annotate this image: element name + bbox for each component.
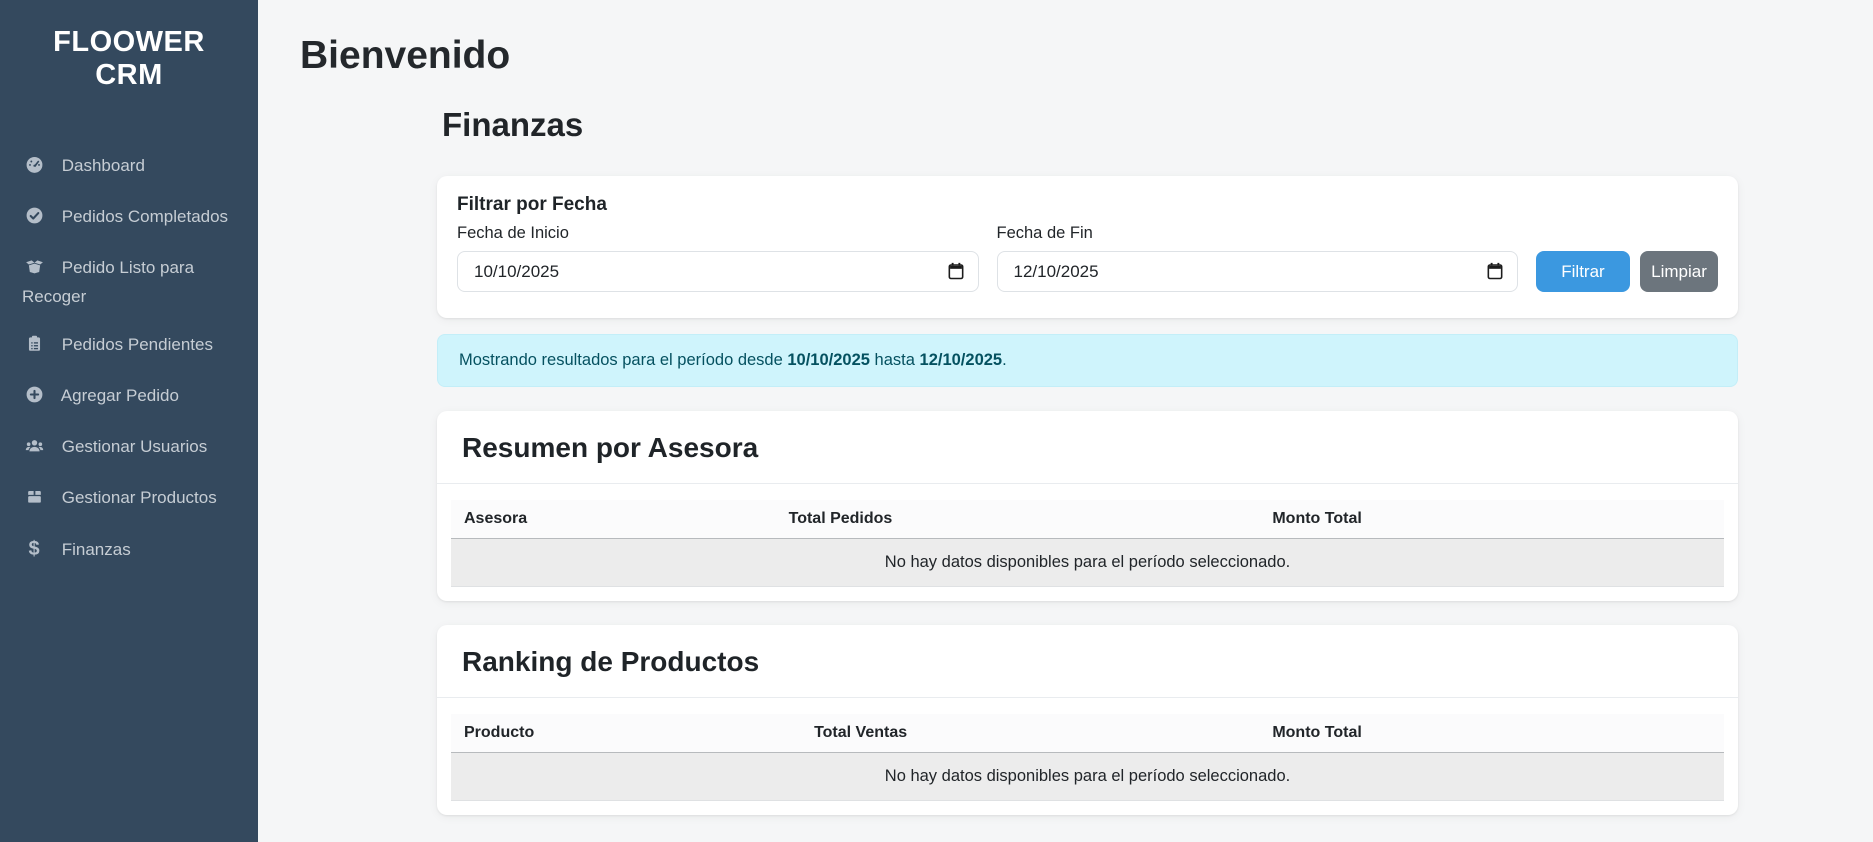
date-filter-card: Filtrar por Fecha Fecha de Inicio Fecha … [437, 176, 1738, 318]
alert-end-date: 12/10/2025 [920, 351, 1003, 369]
filter-row: Fecha de Inicio Fecha de Fin Filtrar L [457, 224, 1718, 292]
column-header: Monto Total [1259, 714, 1724, 753]
filter-buttons: Filtrar Limpiar [1536, 251, 1718, 292]
sidebar-item-agregar-pedido[interactable]: Agregar Pedido [16, 372, 242, 423]
end-date-wrap [997, 251, 1519, 292]
start-date-input[interactable] [457, 251, 979, 292]
product-ranking-table: Producto Total Ventas Monto Total No hay… [451, 714, 1724, 801]
users-icon [22, 436, 46, 463]
advisor-summary-title: Resumen por Asesora [462, 432, 1713, 464]
sidebar-item-label: Pedido Listo para Recoger [22, 258, 194, 306]
end-date-input[interactable] [997, 251, 1519, 292]
sidebar-item-label: Pedidos Completados [62, 207, 228, 226]
column-header: Asesora [451, 500, 776, 539]
sidebar: FLOOWER CRM Dashboard Pedidos Completado… [0, 0, 258, 842]
empty-state-message: No hay datos disponibles para el período… [451, 753, 1724, 801]
column-header: Total Ventas [801, 714, 1259, 753]
end-date-group: Fecha de Fin [997, 224, 1519, 292]
start-date-label: Fecha de Inicio [457, 224, 979, 243]
alert-text: . [1002, 351, 1007, 369]
box-open-icon [22, 257, 46, 284]
page-title: Bienvenido [300, 34, 1833, 78]
sidebar-item-label: Gestionar Usuarios [62, 437, 208, 456]
advisor-summary-card: Resumen por Asesora Asesora Total Pedido… [437, 411, 1738, 601]
dollar-sign-icon: $ [22, 536, 46, 562]
alert-text: Mostrando resultados para el período des… [459, 351, 787, 369]
table-row: No hay datos disponibles para el período… [451, 539, 1724, 587]
advisor-summary-header: Resumen por Asesora [437, 411, 1738, 484]
finanzas-section: Finanzas Filtrar por Fecha Fecha de Inic… [437, 106, 1738, 815]
sidebar-item-label: Pedidos Pendientes [62, 335, 213, 354]
section-title: Finanzas [442, 106, 1738, 144]
plus-circle-icon [22, 385, 46, 412]
product-ranking-card: Ranking de Productos Producto Total Vent… [437, 625, 1738, 815]
table-header-row: Producto Total Ventas Monto Total [451, 714, 1724, 753]
advisor-summary-body: Asesora Total Pedidos Monto Total No hay… [437, 484, 1738, 601]
table-row: No hay datos disponibles para el período… [451, 753, 1724, 801]
column-header: Total Pedidos [776, 500, 1260, 539]
filter-button[interactable]: Filtrar [1536, 251, 1630, 292]
gauge-icon [22, 155, 46, 182]
advisor-summary-table: Asesora Total Pedidos Monto Total No hay… [451, 500, 1724, 587]
alert-start-date: 10/10/2025 [787, 351, 870, 369]
period-info-alert: Mostrando resultados para el período des… [437, 334, 1738, 387]
start-date-wrap [457, 251, 979, 292]
start-date-group: Fecha de Inicio [457, 224, 979, 292]
end-date-label: Fecha de Fin [997, 224, 1519, 243]
sidebar-item-pedidos-pendientes[interactable]: Pedidos Pendientes [16, 321, 242, 372]
app-title: FLOOWER CRM [16, 26, 242, 92]
empty-state-message: No hay datos disponibles para el período… [451, 539, 1724, 587]
clear-button[interactable]: Limpiar [1640, 251, 1718, 292]
sidebar-item-finanzas[interactable]: $ Finanzas [16, 525, 242, 574]
clipboard-list-icon [22, 334, 46, 361]
main-content: Bienvenido Finanzas Filtrar por Fecha Fe… [258, 0, 1873, 842]
sidebar-nav: Dashboard Pedidos Completados Pedido Lis… [16, 142, 242, 574]
column-header: Monto Total [1259, 500, 1724, 539]
sidebar-item-label: Dashboard [62, 156, 145, 175]
sidebar-item-gestionar-productos[interactable]: Gestionar Productos [16, 474, 242, 525]
product-ranking-title: Ranking de Productos [462, 646, 1713, 678]
sidebar-item-pedido-listo[interactable]: Pedido Listo para Recoger [16, 244, 242, 321]
product-ranking-body: Producto Total Ventas Monto Total No hay… [437, 698, 1738, 815]
box-icon [22, 487, 46, 514]
column-header: Producto [451, 714, 801, 753]
sidebar-item-label: Agregar Pedido [61, 386, 179, 405]
filter-title: Filtrar por Fecha [457, 194, 1718, 216]
sidebar-item-label: Finanzas [62, 540, 131, 559]
calendar-icon[interactable] [1485, 261, 1505, 281]
check-circle-icon [22, 206, 46, 233]
product-ranking-header: Ranking de Productos [437, 625, 1738, 698]
alert-text: hasta [870, 351, 920, 369]
calendar-icon[interactable] [946, 261, 966, 281]
sidebar-item-dashboard[interactable]: Dashboard [16, 142, 242, 193]
sidebar-item-pedidos-completados[interactable]: Pedidos Completados [16, 193, 242, 244]
table-header-row: Asesora Total Pedidos Monto Total [451, 500, 1724, 539]
sidebar-item-label: Gestionar Productos [62, 488, 217, 507]
sidebar-item-gestionar-usuarios[interactable]: Gestionar Usuarios [16, 423, 242, 474]
